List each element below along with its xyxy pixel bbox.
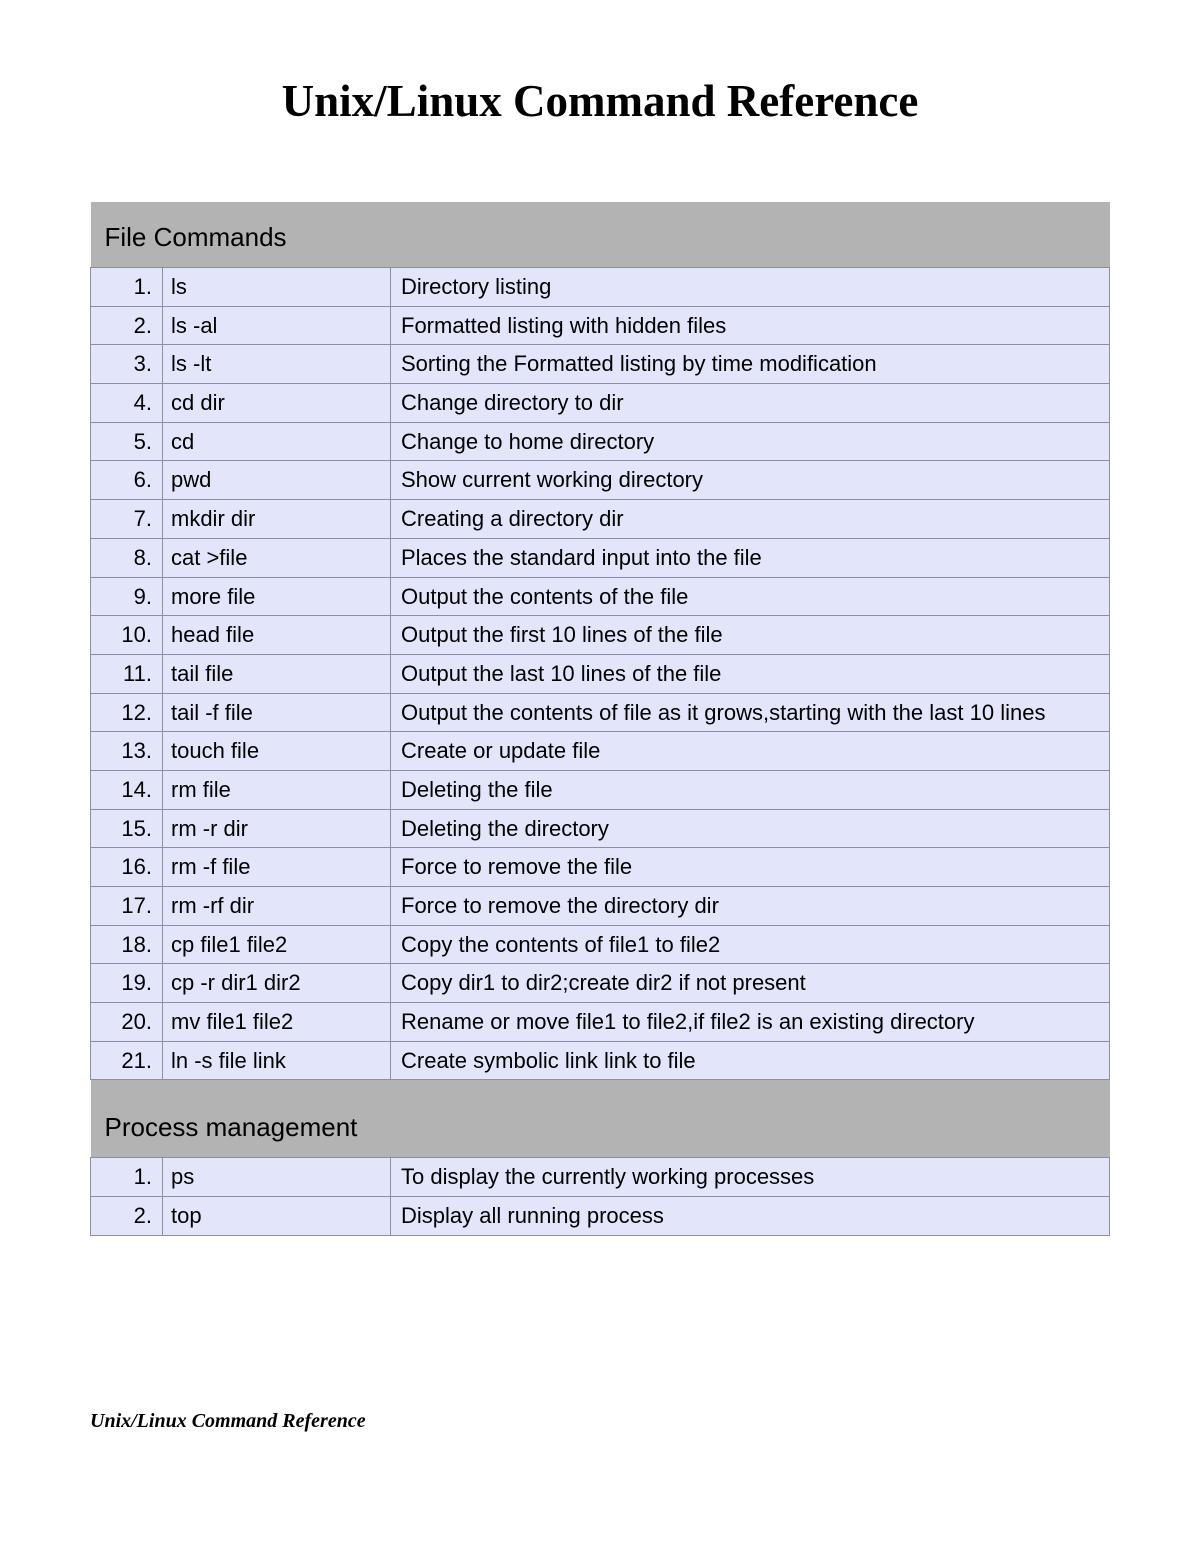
reference-table: File Commands1.lsDirectory listing2.ls -… [90, 202, 1110, 1236]
description-text: Creating a directory dir [391, 500, 1110, 539]
command-text: rm -r dir [163, 809, 391, 848]
row-number: 20. [91, 1003, 163, 1042]
description-text: Output the last 10 lines of the file [391, 654, 1110, 693]
row-number: 12. [91, 693, 163, 732]
description-text: Copy the contents of file1 to file2 [391, 925, 1110, 964]
command-text: cat >file [163, 538, 391, 577]
command-text: more file [163, 577, 391, 616]
description-text: Directory listing [391, 268, 1110, 307]
command-text: tail -f file [163, 693, 391, 732]
table-row: 10.head fileOutput the first 10 lines of… [91, 616, 1110, 655]
row-number: 13. [91, 732, 163, 771]
table-row: 17.rm -rf dirForce to remove the directo… [91, 887, 1110, 926]
command-text: cd [163, 422, 391, 461]
table-row: 8.cat >filePlaces the standard input int… [91, 538, 1110, 577]
description-text: Output the contents of the file [391, 577, 1110, 616]
description-text: Create or update file [391, 732, 1110, 771]
row-number: 11. [91, 654, 163, 693]
command-text: rm file [163, 770, 391, 809]
table-row: 15.rm -r dirDeleting the directory [91, 809, 1110, 848]
table-row: 1.psTo display the currently working pro… [91, 1158, 1110, 1197]
section-heading: Process management [91, 1080, 1110, 1158]
command-text: tail file [163, 654, 391, 693]
command-text: ps [163, 1158, 391, 1197]
row-number: 10. [91, 616, 163, 655]
command-text: ls -al [163, 306, 391, 345]
row-number: 7. [91, 500, 163, 539]
description-text: Deleting the directory [391, 809, 1110, 848]
table-row: 4.cd dirChange directory to dir [91, 384, 1110, 423]
row-number: 15. [91, 809, 163, 848]
page-title: Unix/Linux Command Reference [90, 75, 1110, 127]
command-text: ls [163, 268, 391, 307]
row-number: 2. [91, 306, 163, 345]
table-row: 5.cdChange to home directory [91, 422, 1110, 461]
table-row: 6.pwdShow current working directory [91, 461, 1110, 500]
row-number: 21. [91, 1041, 163, 1080]
table-row: 3.ls -ltSorting the Formatted listing by… [91, 345, 1110, 384]
footer-text: Unix/Linux Command Reference [90, 1410, 366, 1433]
row-number: 1. [91, 268, 163, 307]
command-text: head file [163, 616, 391, 655]
description-text: Force to remove the directory dir [391, 887, 1110, 926]
row-number: 4. [91, 384, 163, 423]
description-text: Show current working directory [391, 461, 1110, 500]
command-text: rm -rf dir [163, 887, 391, 926]
row-number: 19. [91, 964, 163, 1003]
row-number: 18. [91, 925, 163, 964]
description-text: Rename or move file1 to file2,if file2 i… [391, 1003, 1110, 1042]
table-row: 18.cp file1 file2Copy the contents of fi… [91, 925, 1110, 964]
row-number: 8. [91, 538, 163, 577]
description-text: Force to remove the file [391, 848, 1110, 887]
row-number: 6. [91, 461, 163, 500]
description-text: Create symbolic link link to file [391, 1041, 1110, 1080]
command-text: ln -s file link [163, 1041, 391, 1080]
description-text: Change directory to dir [391, 384, 1110, 423]
section-heading: File Commands [91, 202, 1110, 268]
row-number: 3. [91, 345, 163, 384]
table-row: 20.mv file1 file2Rename or move file1 to… [91, 1003, 1110, 1042]
description-text: Formatted listing with hidden files [391, 306, 1110, 345]
table-row: 7.mkdir dirCreating a directory dir [91, 500, 1110, 539]
description-text: Display all running process [391, 1197, 1110, 1236]
description-text: To display the currently working process… [391, 1158, 1110, 1197]
command-text: cp -r dir1 dir2 [163, 964, 391, 1003]
description-text: Places the standard input into the file [391, 538, 1110, 577]
row-number: 14. [91, 770, 163, 809]
command-text: cd dir [163, 384, 391, 423]
description-text: Output the first 10 lines of the file [391, 616, 1110, 655]
table-row: 9.more fileOutput the contents of the fi… [91, 577, 1110, 616]
table-row: 16.rm -f fileForce to remove the file [91, 848, 1110, 887]
command-text: ls -lt [163, 345, 391, 384]
command-text: mkdir dir [163, 500, 391, 539]
table-row: 2.topDisplay all running process [91, 1197, 1110, 1236]
row-number: 2. [91, 1197, 163, 1236]
table-row: 11.tail fileOutput the last 10 lines of … [91, 654, 1110, 693]
table-row: 13.touch fileCreate or update file [91, 732, 1110, 771]
command-text: rm -f file [163, 848, 391, 887]
description-text: Change to home directory [391, 422, 1110, 461]
table-row: 1.lsDirectory listing [91, 268, 1110, 307]
command-text: mv file1 file2 [163, 1003, 391, 1042]
description-text: Deleting the file [391, 770, 1110, 809]
command-text: cp file1 file2 [163, 925, 391, 964]
table-row: 2.ls -alFormatted listing with hidden fi… [91, 306, 1110, 345]
table-row: 19.cp -r dir1 dir2Copy dir1 to dir2;crea… [91, 964, 1110, 1003]
row-number: 17. [91, 887, 163, 926]
row-number: 1. [91, 1158, 163, 1197]
command-text: top [163, 1197, 391, 1236]
table-row: 12.tail -f fileOutput the contents of fi… [91, 693, 1110, 732]
row-number: 5. [91, 422, 163, 461]
table-row: 14.rm fileDeleting the file [91, 770, 1110, 809]
table-row: 21.ln -s file linkCreate symbolic link l… [91, 1041, 1110, 1080]
description-text: Output the contents of file as it grows,… [391, 693, 1110, 732]
description-text: Copy dir1 to dir2;create dir2 if not pre… [391, 964, 1110, 1003]
row-number: 9. [91, 577, 163, 616]
description-text: Sorting the Formatted listing by time mo… [391, 345, 1110, 384]
row-number: 16. [91, 848, 163, 887]
command-text: touch file [163, 732, 391, 771]
command-text: pwd [163, 461, 391, 500]
